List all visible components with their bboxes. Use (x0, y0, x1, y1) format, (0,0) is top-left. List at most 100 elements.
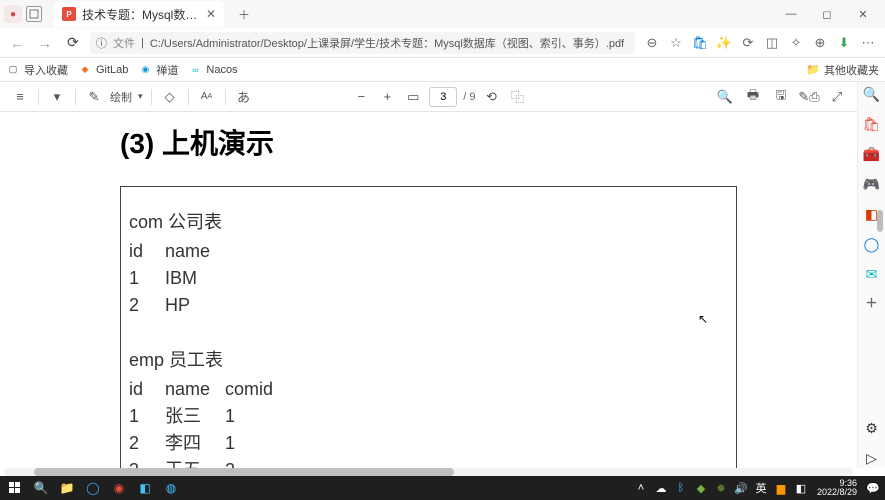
horizontal-scrollbar[interactable] (4, 468, 853, 476)
favorite-icon[interactable]: ☆ (665, 32, 687, 54)
new-tab-button[interactable]: ＋ (232, 2, 256, 26)
bookmark-chandao[interactable]: ◉ 禅道 (138, 62, 178, 78)
downloads-icon[interactable]: ⬇ (833, 32, 855, 54)
translate-icon[interactable]: あ (234, 87, 254, 107)
zoom-out-icon[interactable]: − (351, 87, 371, 107)
settings-menu-icon[interactable]: ⋯ (857, 32, 879, 54)
address-bar[interactable]: ⓘ 文件 | C:/Users/Administrator/Desktop/上课… (90, 32, 635, 54)
start-button[interactable] (4, 478, 26, 498)
page-number-input[interactable] (429, 87, 457, 107)
page-total: / 9 (463, 91, 475, 103)
url-prefix: 文件 (113, 35, 135, 51)
nacos-label: Nacos (206, 64, 237, 76)
taskbar-app-3-icon[interactable]: ◧ (134, 478, 156, 498)
browser-tab[interactable]: P 技术专题：Mysql数据库（视图… ✕ (54, 1, 224, 27)
vertical-scrollbar[interactable] (877, 100, 883, 460)
text-size-icon[interactable]: AA (197, 87, 217, 107)
pdf-viewport[interactable]: (3) 上机演示 com 公司表 id name 1 IBM 2 HP (0, 112, 857, 468)
tray-ime-icon[interactable]: 英 (753, 480, 769, 496)
save-as-icon[interactable]: ✎⎙ (799, 87, 819, 107)
zoom-in-icon[interactable]: + (377, 87, 397, 107)
draw-label[interactable]: 绘制 (110, 89, 132, 105)
taskbar-clock[interactable]: 9:36 2022/8/29 (813, 479, 861, 497)
emp-h2: comid (225, 376, 275, 403)
tab-title: 技术专题：Mysql数据库（视图… (82, 6, 200, 23)
tray-wechat-icon[interactable]: ✵ (713, 480, 729, 496)
example-box: com 公司表 id name 1 IBM 2 HP emp 员工表 id (120, 186, 737, 468)
address-bar-row: ← → ⟳ ⓘ 文件 | C:/Users/Administrator/Desk… (0, 28, 885, 58)
fit-page-icon[interactable]: ▭ (403, 87, 423, 107)
import-icon: ▢ (6, 63, 20, 77)
rotate-icon[interactable]: ⟲ (482, 87, 502, 107)
gitlab-label: GitLab (96, 64, 128, 76)
toc-icon[interactable]: ≡ (10, 87, 30, 107)
com-caption: com 公司表 (129, 209, 728, 236)
maximize-button[interactable]: ◻ (809, 0, 845, 28)
emp-caption: emp 员工表 (129, 347, 728, 374)
collections-icon[interactable]: ⊕ (809, 32, 831, 54)
tray-extra-icon[interactable]: ◧ (793, 480, 809, 496)
bookmarks-bar: ▢ 导入收藏 ◆ GitLab ◉ 禅道 ∞ Nacos 📁 其他收藏夹 (0, 58, 885, 82)
tray-onedrive-icon[interactable]: ☁ (653, 480, 669, 496)
clock-date: 2022/8/29 (817, 488, 857, 497)
search-in-pdf-icon[interactable]: 🔍 (715, 87, 735, 107)
com-header-row: id name (129, 238, 728, 265)
erase-icon[interactable]: ◇ (160, 87, 180, 107)
notifications-icon[interactable]: 💬 (865, 480, 881, 496)
edge-taskbar-icon[interactable]: ◍ (160, 478, 182, 498)
import-bookmarks[interactable]: ▢ 导入收藏 (6, 62, 68, 78)
chandao-icon: ◉ (138, 63, 152, 77)
taskbar-app-1-icon[interactable]: ◯ (82, 478, 104, 498)
nacos-icon: ∞ (188, 63, 202, 77)
profile-avatar[interactable]: ● (4, 5, 22, 23)
vertical-scroll-thumb[interactable] (877, 210, 883, 232)
emp-h1: name (165, 376, 225, 403)
emp-table: emp 员工表 id name comid 1 张三 1 2 李四 1 3 (129, 347, 728, 468)
tab-close-icon[interactable]: ✕ (206, 7, 216, 21)
zoom-indicator-icon[interactable]: ⊖ (641, 32, 663, 54)
import-label: 导入收藏 (24, 62, 68, 78)
save-icon[interactable]: 🖫 (771, 87, 791, 107)
back-button[interactable]: ← (6, 32, 28, 54)
com-row-1: 1 IBM (129, 265, 728, 292)
shopping-icon[interactable]: 🛍 (689, 32, 711, 54)
page-view-icon[interactable]: ⿻ (508, 87, 528, 107)
bookmark-gitlab[interactable]: ◆ GitLab (78, 63, 128, 77)
file-explorer-icon[interactable]: 📁 (56, 478, 78, 498)
emp-h0: id (129, 376, 165, 403)
print-icon[interactable]: 🖶 (743, 87, 763, 107)
folder-icon: 📁 (806, 63, 820, 76)
split-screen-icon[interactable]: ◫ (761, 32, 783, 54)
taskbar-app-2-icon[interactable]: ◉ (108, 478, 130, 498)
sidebar-add-icon[interactable]: ＋ (865, 294, 877, 311)
chandao-label: 禅道 (156, 62, 178, 78)
url-divider: | (141, 37, 144, 49)
tray-network-icon[interactable]: ▆ (773, 480, 789, 496)
tray-app-icon[interactable]: ◆ (693, 480, 709, 496)
emp-header-row: id name comid (129, 376, 728, 403)
highlight-dropdown-icon[interactable]: ▾ (47, 87, 67, 107)
tray-bluetooth-icon[interactable]: ᛒ (673, 480, 689, 496)
taskbar-search-icon[interactable]: 🔍 (30, 478, 52, 498)
windows-taskbar: 🔍 📁 ◯ ◉ ◧ ◍ ˄ ☁ ᛒ ◆ ✵ 🔊 英 ▆ ◧ 9:36 2022/… (0, 476, 885, 500)
other-bookmarks[interactable]: 其他收藏夹 (824, 62, 879, 78)
horizontal-scroll-thumb[interactable] (34, 468, 454, 476)
pdf-toolbar: ≡ ▾ ✎ 绘制 ▾ ◇ AA あ − + ▭ / 9 ⟲ ⿻ 🔍 🖶 🖫 ✎⎙… (0, 82, 885, 112)
close-window-button[interactable]: ✕ (845, 0, 881, 28)
fullscreen-icon[interactable]: ⤢ (827, 87, 847, 107)
minimize-button[interactable]: — (773, 0, 809, 28)
info-icon[interactable]: ⓘ (96, 35, 107, 51)
sync-icon[interactable]: ⟳ (737, 32, 759, 54)
app-menu-icon[interactable] (26, 6, 42, 22)
extensions-icon[interactable]: ✧ (785, 32, 807, 54)
bookmark-nacos[interactable]: ∞ Nacos (188, 63, 237, 77)
refresh-button[interactable]: ⟳ (62, 32, 84, 54)
forward-button: → (34, 32, 56, 54)
tray-volume-icon[interactable]: 🔊 (733, 480, 749, 496)
emp-row-3: 3 王五 2 (129, 457, 728, 468)
draw-tool-icon[interactable]: ✎ (84, 87, 104, 107)
tray-up-icon[interactable]: ˄ (633, 480, 649, 496)
com-table: com 公司表 id name 1 IBM 2 HP (129, 209, 728, 319)
copilot-icon[interactable]: ✨ (713, 32, 735, 54)
draw-dropdown-icon[interactable]: ▾ (138, 91, 143, 102)
